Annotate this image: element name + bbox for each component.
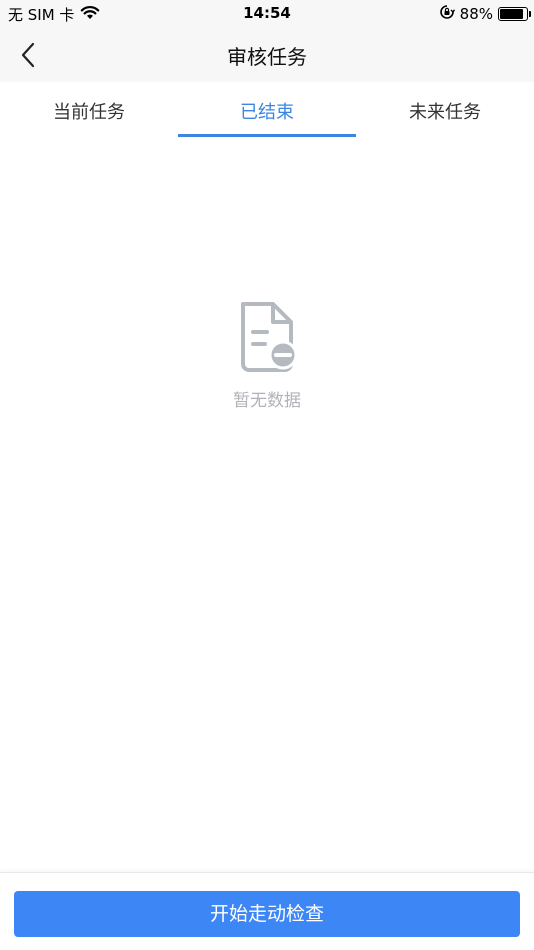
status-bar: 无 SIM 卡 14:54 88%: [0, 0, 534, 28]
orientation-lock-icon: [439, 4, 455, 24]
page-title: 审核任务: [227, 45, 307, 69]
bottom-bar: 开始走动检查: [0, 872, 534, 950]
battery-fill: [500, 9, 523, 19]
tab-label: 当前任务: [53, 102, 125, 123]
tab-finished[interactable]: 已结束: [178, 82, 356, 140]
battery-percent: 88%: [459, 5, 493, 23]
battery-icon: [498, 7, 531, 21]
tab-bar: 当前任务 已结束 未来任务: [0, 82, 534, 140]
start-walk-inspection-button[interactable]: 开始走动检查: [14, 891, 520, 937]
tab-label: 未来任务: [409, 102, 481, 123]
empty-state-text: 暂无数据: [233, 391, 301, 411]
navigation-bar: 审核任务: [0, 28, 534, 82]
tab-label: 已结束: [240, 102, 294, 123]
tab-current-tasks[interactable]: 当前任务: [0, 82, 178, 140]
tab-underline: [178, 134, 356, 137]
empty-state: 暂无数据: [0, 300, 534, 411]
tab-future-tasks[interactable]: 未来任务: [356, 82, 534, 140]
status-right: 88%: [439, 4, 531, 24]
document-remove-icon: [241, 302, 298, 372]
